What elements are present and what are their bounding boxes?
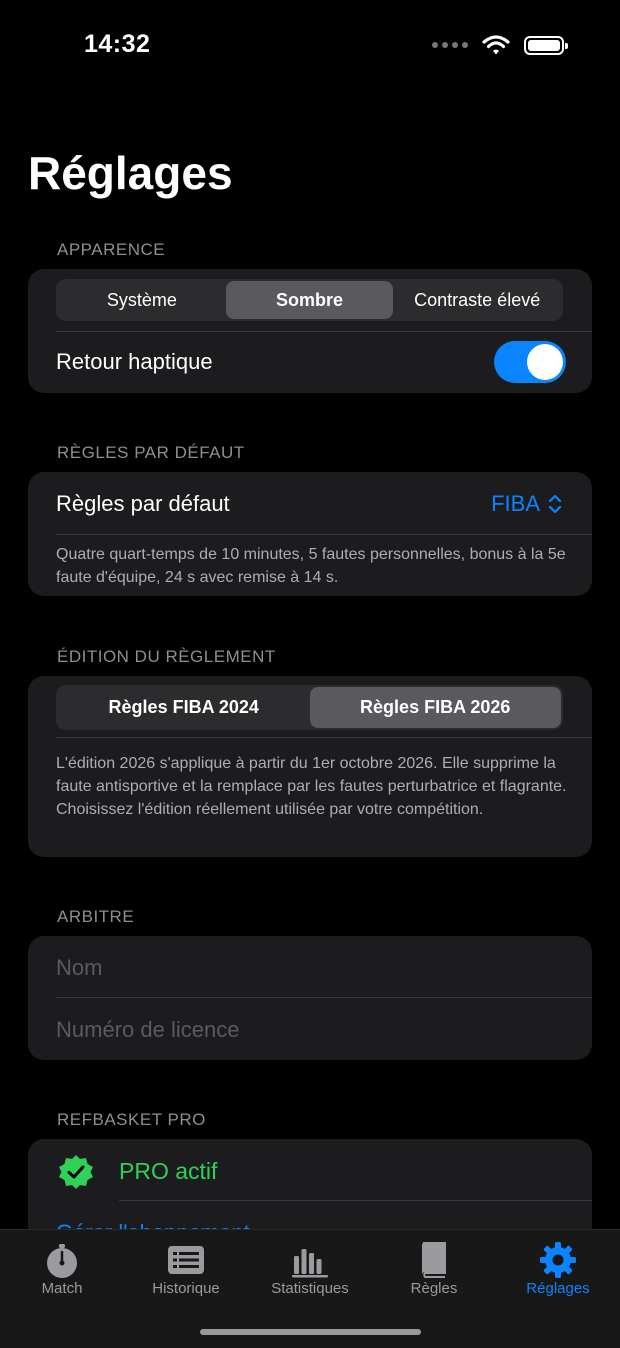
- divider: [56, 997, 592, 998]
- status-bar: 14:32: [0, 0, 620, 90]
- segment-systeme[interactable]: Système: [58, 281, 226, 319]
- tab-label: Statistiques: [271, 1280, 349, 1297]
- default-rules-footnote: Quatre quart-temps de 10 minutes, 5 faut…: [56, 546, 566, 586]
- stopwatch-icon: [47, 1244, 77, 1278]
- tab-statistiques[interactable]: Statistiques: [248, 1230, 372, 1310]
- tab-label: Règles: [410, 1280, 458, 1297]
- divider: [56, 737, 592, 738]
- tab-match[interactable]: Match: [0, 1230, 124, 1310]
- verified-badge-icon: [59, 1155, 93, 1189]
- tab-historique[interactable]: Historique: [124, 1230, 248, 1310]
- haptic-feedback-label: Retour haptique: [56, 349, 213, 374]
- appearance-card: Système Sombre Contraste élevé Retour ha…: [28, 269, 592, 393]
- history-list-icon: [168, 1246, 204, 1274]
- wifi-icon: [482, 35, 510, 55]
- referee-name-field[interactable]: Nom: [56, 955, 102, 981]
- toggle-knob: [527, 344, 563, 380]
- cellular-signal-icon: [432, 42, 468, 48]
- default-rules-card: Règles par défaut FIBA Quatre quart-temp…: [28, 472, 592, 596]
- gear-icon: [540, 1242, 576, 1278]
- edition-segmented-control: Règles FIBA 2024 Règles FIBA 2026: [56, 685, 563, 730]
- chevron-up-down-icon: [548, 494, 562, 514]
- bar-chart-icon: [292, 1249, 328, 1278]
- haptic-feedback-toggle[interactable]: [494, 341, 566, 383]
- license-number-field[interactable]: Numéro de licence: [56, 1017, 239, 1043]
- page-title: Réglages: [28, 147, 233, 199]
- edition-card: Règles FIBA 2024 Règles FIBA 2026 L'édit…: [28, 676, 592, 857]
- segment-fiba-2024[interactable]: Règles FIBA 2024: [58, 687, 310, 728]
- divider: [56, 534, 592, 535]
- default-rules-value: FIBA: [491, 491, 540, 516]
- home-indicator: [200, 1329, 421, 1335]
- segment-fiba-2026[interactable]: Règles FIBA 2026: [309, 687, 561, 728]
- appearance-segmented-control: Système Sombre Contraste élevé: [56, 279, 563, 321]
- segment-sombre[interactable]: Sombre: [225, 281, 394, 319]
- section-header-appearance: APPARENCE: [57, 240, 166, 259]
- pro-status-label: PRO actif: [119, 1158, 218, 1184]
- default-rules-label: Règles par défaut: [56, 491, 230, 516]
- referee-card: Nom Numéro de licence: [28, 936, 592, 1060]
- divider: [56, 331, 592, 332]
- divider: [119, 1200, 592, 1201]
- section-header-default-rules: RÈGLES PAR DÉFAUT: [57, 443, 245, 462]
- tab-label: Match: [41, 1280, 83, 1297]
- tab-reglages[interactable]: Réglages: [496, 1230, 620, 1310]
- tab-label: Historique: [152, 1280, 220, 1297]
- segment-contraste-eleve[interactable]: Contraste élevé: [393, 281, 561, 319]
- section-header-referee: ARBITRE: [57, 907, 135, 926]
- edition-footnote: L'édition 2026 s'applique à partir du 1e…: [56, 755, 567, 818]
- tab-regles[interactable]: Règles: [372, 1230, 496, 1310]
- section-header-refbasket-pro: REFBASKET PRO: [57, 1110, 206, 1129]
- book-icon: [421, 1242, 446, 1278]
- status-time: 14:32: [84, 30, 151, 58]
- battery-icon: [524, 35, 568, 55]
- section-header-edition: ÉDITION DU RÈGLEMENT: [57, 647, 276, 666]
- default-rules-picker[interactable]: FIBA: [491, 491, 562, 517]
- status-icons: [432, 34, 568, 56]
- tab-label: Réglages: [526, 1280, 590, 1297]
